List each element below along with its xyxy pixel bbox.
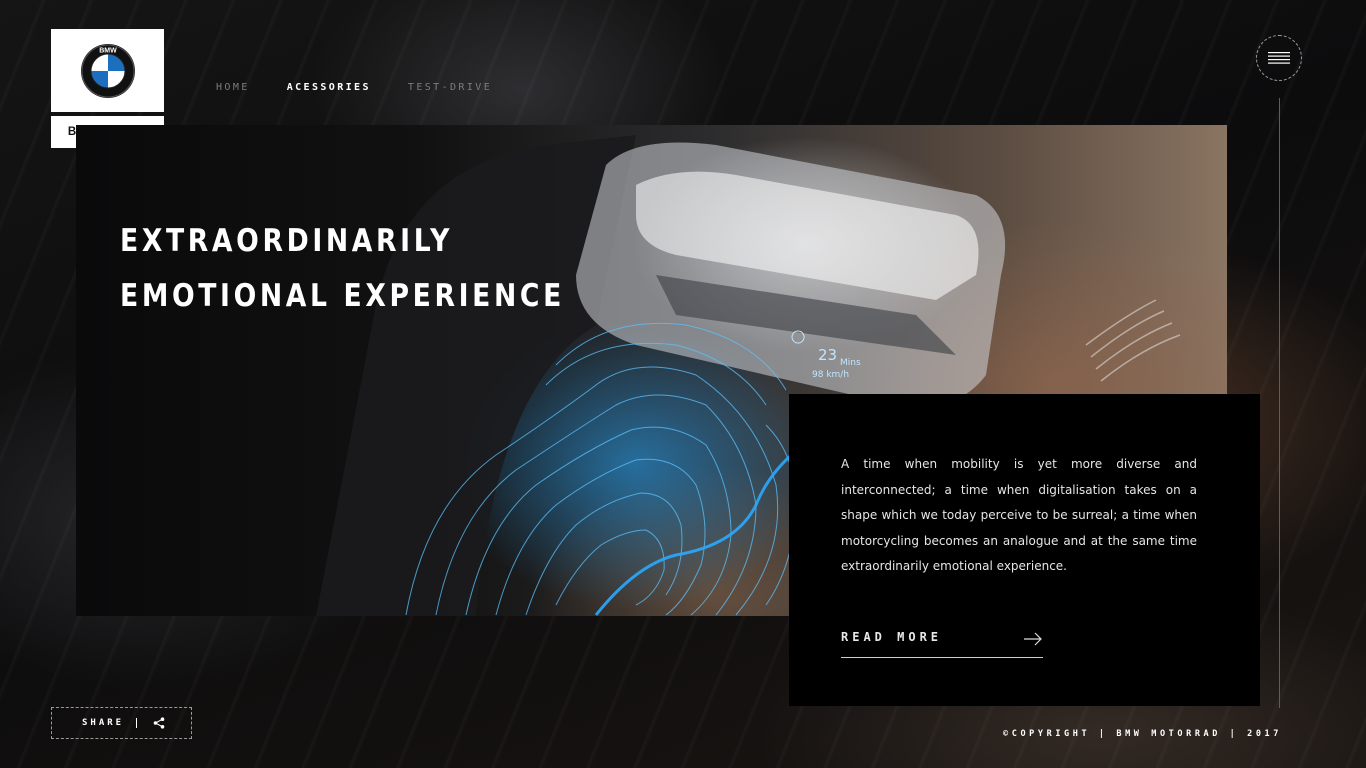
card-description: A time when mobility is yet more diverse… xyxy=(841,457,1197,574)
hero-headline: EXTRAORDINARILY EMOTIONAL EXPERIENCE xyxy=(120,214,565,324)
overlay-time-unit: Mins xyxy=(840,358,861,368)
menu-button[interactable] xyxy=(1256,35,1302,81)
info-card: A time when mobility is yet more diverse… xyxy=(789,394,1260,706)
arrow-right-icon xyxy=(1024,632,1042,646)
headline-line-2: EMOTIONAL EXPERIENCE xyxy=(120,278,565,314)
share-separator xyxy=(136,718,138,728)
read-more-label: READ MORE xyxy=(841,630,943,644)
bmw-roundel-icon: BMW xyxy=(80,43,135,98)
vertical-divider xyxy=(1279,98,1280,708)
share-icon xyxy=(153,717,165,729)
read-more-button[interactable]: READ MORE xyxy=(841,626,1043,658)
bmw-logo-text: BMW xyxy=(99,47,117,54)
overlay-speed: 98 km/h xyxy=(812,370,849,380)
main-nav: HOME ACESSORIES TEST-DRIVE xyxy=(216,82,529,93)
hamburger-icon xyxy=(1268,52,1290,64)
bmw-logo[interactable]: BMW xyxy=(51,29,164,112)
headline-line-1: EXTRAORDINARILY xyxy=(120,223,454,259)
nav-item-test-drive[interactable]: TEST-DRIVE xyxy=(408,82,492,93)
copyright-text: ©COPYRIGHT | BMW MOTORRAD | 2017 xyxy=(1003,729,1282,739)
share-button[interactable]: SHARE xyxy=(51,707,192,739)
nav-item-home[interactable]: HOME xyxy=(216,82,250,93)
nav-item-accessories[interactable]: ACESSORIES xyxy=(287,82,371,93)
share-label: SHARE xyxy=(82,718,125,728)
overlay-time: 23 xyxy=(818,346,837,364)
